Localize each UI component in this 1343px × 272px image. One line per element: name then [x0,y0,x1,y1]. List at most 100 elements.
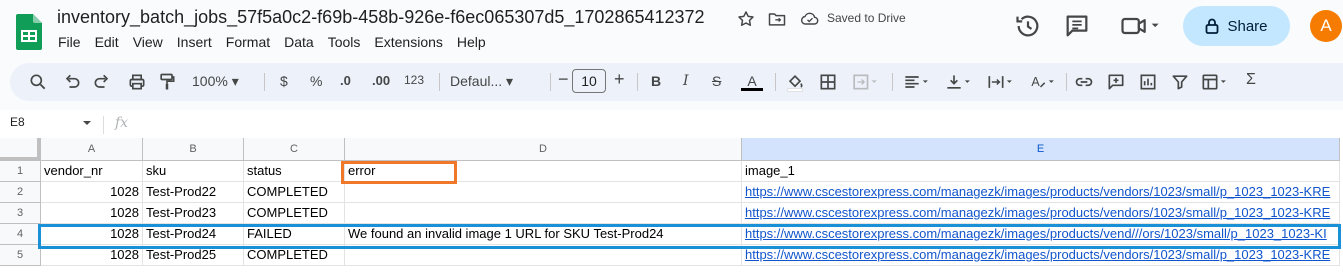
version-history-icon[interactable] [1014,12,1042,40]
cell-d3[interactable] [345,203,742,224]
toolbar: 100% ▾ $ % .0 .00 123 Defaul... ▾ − + B … [10,63,1343,101]
cell-e1[interactable]: image_1 [742,161,1340,182]
search-menus-icon[interactable] [28,72,48,92]
row-header-2[interactable]: 2 [0,182,41,203]
cell-c3[interactable]: COMPLETED [244,203,345,224]
google-sheets-logo-icon[interactable] [16,14,42,50]
move-to-folder-icon[interactable] [767,9,787,29]
column-header-a[interactable]: A [41,138,143,161]
insert-link-icon[interactable] [1074,72,1094,92]
cell-c2[interactable]: COMPLETED [244,182,345,203]
menu-tools[interactable]: Tools [328,34,361,50]
decrease-decimal-button[interactable]: .0 [340,73,351,88]
document-title[interactable]: inventory_batch_jobs_57f5a0c2-f69b-458b-… [57,7,705,28]
filter-icon[interactable] [1170,72,1190,92]
cell-e3-link[interactable]: https://www.cscestorexpress.com/managezk… [742,203,1340,224]
font-name: Defaul... [450,73,503,89]
insert-chart-icon[interactable] [1138,72,1158,92]
zoom-value: 100% [192,73,228,89]
account-avatar[interactable]: A [1310,10,1342,42]
toolbar-divider [1066,73,1067,91]
formula-bar-divider [103,116,104,134]
column-header-c[interactable]: C [244,138,345,161]
currency-format-button[interactable]: $ [280,73,288,89]
row-header-1[interactable]: 1 [0,161,41,182]
cell-a2[interactable]: 1028 [41,182,143,203]
column-header-d[interactable]: D [345,138,742,161]
cell-b3[interactable]: Test-Prod23 [143,203,244,224]
row-header-3[interactable]: 3 [0,203,41,224]
percent-format-button[interactable]: % [310,73,322,89]
merge-cells-icon[interactable] [850,72,880,92]
increase-decimal-label: .00 [372,73,391,88]
functions-button[interactable]: Σ [1246,71,1256,89]
error-header-highlight [341,161,457,184]
text-rotation-icon[interactable]: A [1026,72,1060,92]
menu-extensions[interactable]: Extensions [374,34,442,50]
font-select[interactable]: Defaul... ▾ [450,73,513,90]
column-header-e[interactable]: E [742,138,1340,161]
filter-views-icon[interactable] [1198,72,1232,92]
toolbar-divider [892,73,893,91]
borders-icon[interactable] [818,72,838,92]
cell-b2[interactable]: Test-Prod22 [143,182,244,203]
formula-input[interactable] [140,114,1330,134]
zoom-select[interactable]: 100% ▾ [192,73,239,90]
menu-help[interactable]: Help [457,34,486,50]
menu-edit[interactable]: Edit [95,34,119,50]
svg-text:A: A [1031,75,1040,89]
vertical-align-icon[interactable] [942,72,976,92]
strikethrough-button[interactable]: S [712,73,721,89]
menu-data[interactable]: Data [284,34,314,50]
cloud-saved-icon[interactable] [800,9,820,29]
cell-c1[interactable]: status [244,161,345,182]
toolbar-divider [637,73,638,91]
number-format-button[interactable]: 123 [404,73,424,87]
bold-button[interactable]: B [651,73,661,89]
row-header-5[interactable]: 5 [0,245,41,266]
fill-color-icon[interactable] [785,72,805,92]
cell-a3[interactable]: 1028 [41,203,143,224]
cell-d2[interactable] [345,182,742,203]
text-color-swatch [741,87,763,91]
menu-file[interactable]: File [58,34,81,50]
menu-format[interactable]: Format [226,34,270,50]
star-icon[interactable] [736,9,756,29]
paint-format-icon[interactable] [157,72,177,92]
redo-icon[interactable] [92,72,112,92]
row-header-4[interactable]: 4 [0,224,41,245]
cell-b1[interactable]: sku [143,161,244,182]
undo-icon[interactable] [62,72,82,92]
chevron-down-icon[interactable] [82,120,92,126]
horizontal-align-icon[interactable] [900,72,934,92]
menu-insert[interactable]: Insert [177,34,212,50]
insert-comment-icon[interactable] [1106,72,1126,92]
text-wrapping-icon[interactable] [984,72,1018,92]
menu-view[interactable]: View [133,34,163,50]
toolbar-divider [439,73,440,91]
font-size-input[interactable]: 10 [572,69,606,93]
column-header-b[interactable]: B [143,138,244,161]
comments-icon[interactable] [1063,12,1091,40]
name-box[interactable]: E8 [10,115,25,129]
saved-status: Saved to Drive [827,11,906,25]
fx-icon: fx [115,115,129,131]
title-bar: inventory_batch_jobs_57f5a0c2-f69b-458b-… [0,0,1343,62]
increase-decimal-button[interactable]: .00 [372,73,390,88]
increase-font-size-button[interactable]: + [614,69,625,90]
text-color-a-icon: A [747,72,757,89]
share-button[interactable]: Share [1183,6,1290,46]
formula-bar: E8 fx [0,110,1343,138]
italic-button[interactable]: I [683,73,689,89]
spreadsheet-grid: A B C D E 1 2 3 4 5 vendor_nr sku status… [0,138,1343,272]
decrease-font-size-button[interactable]: − [558,69,569,90]
select-all-corner[interactable] [0,138,41,161]
meet-call-icon[interactable] [1118,12,1162,40]
decrease-decimal-label: .0 [340,73,351,88]
cell-a1[interactable]: vendor_nr [41,161,143,182]
menu-bar: File Edit View Insert Format Data Tools … [58,34,500,50]
cell-e2-link[interactable]: https://www.cscestorexpress.com/managezk… [742,182,1340,203]
failed-row-highlight [38,224,1341,249]
text-color-button[interactable]: A [741,72,763,92]
print-icon[interactable] [127,72,147,92]
